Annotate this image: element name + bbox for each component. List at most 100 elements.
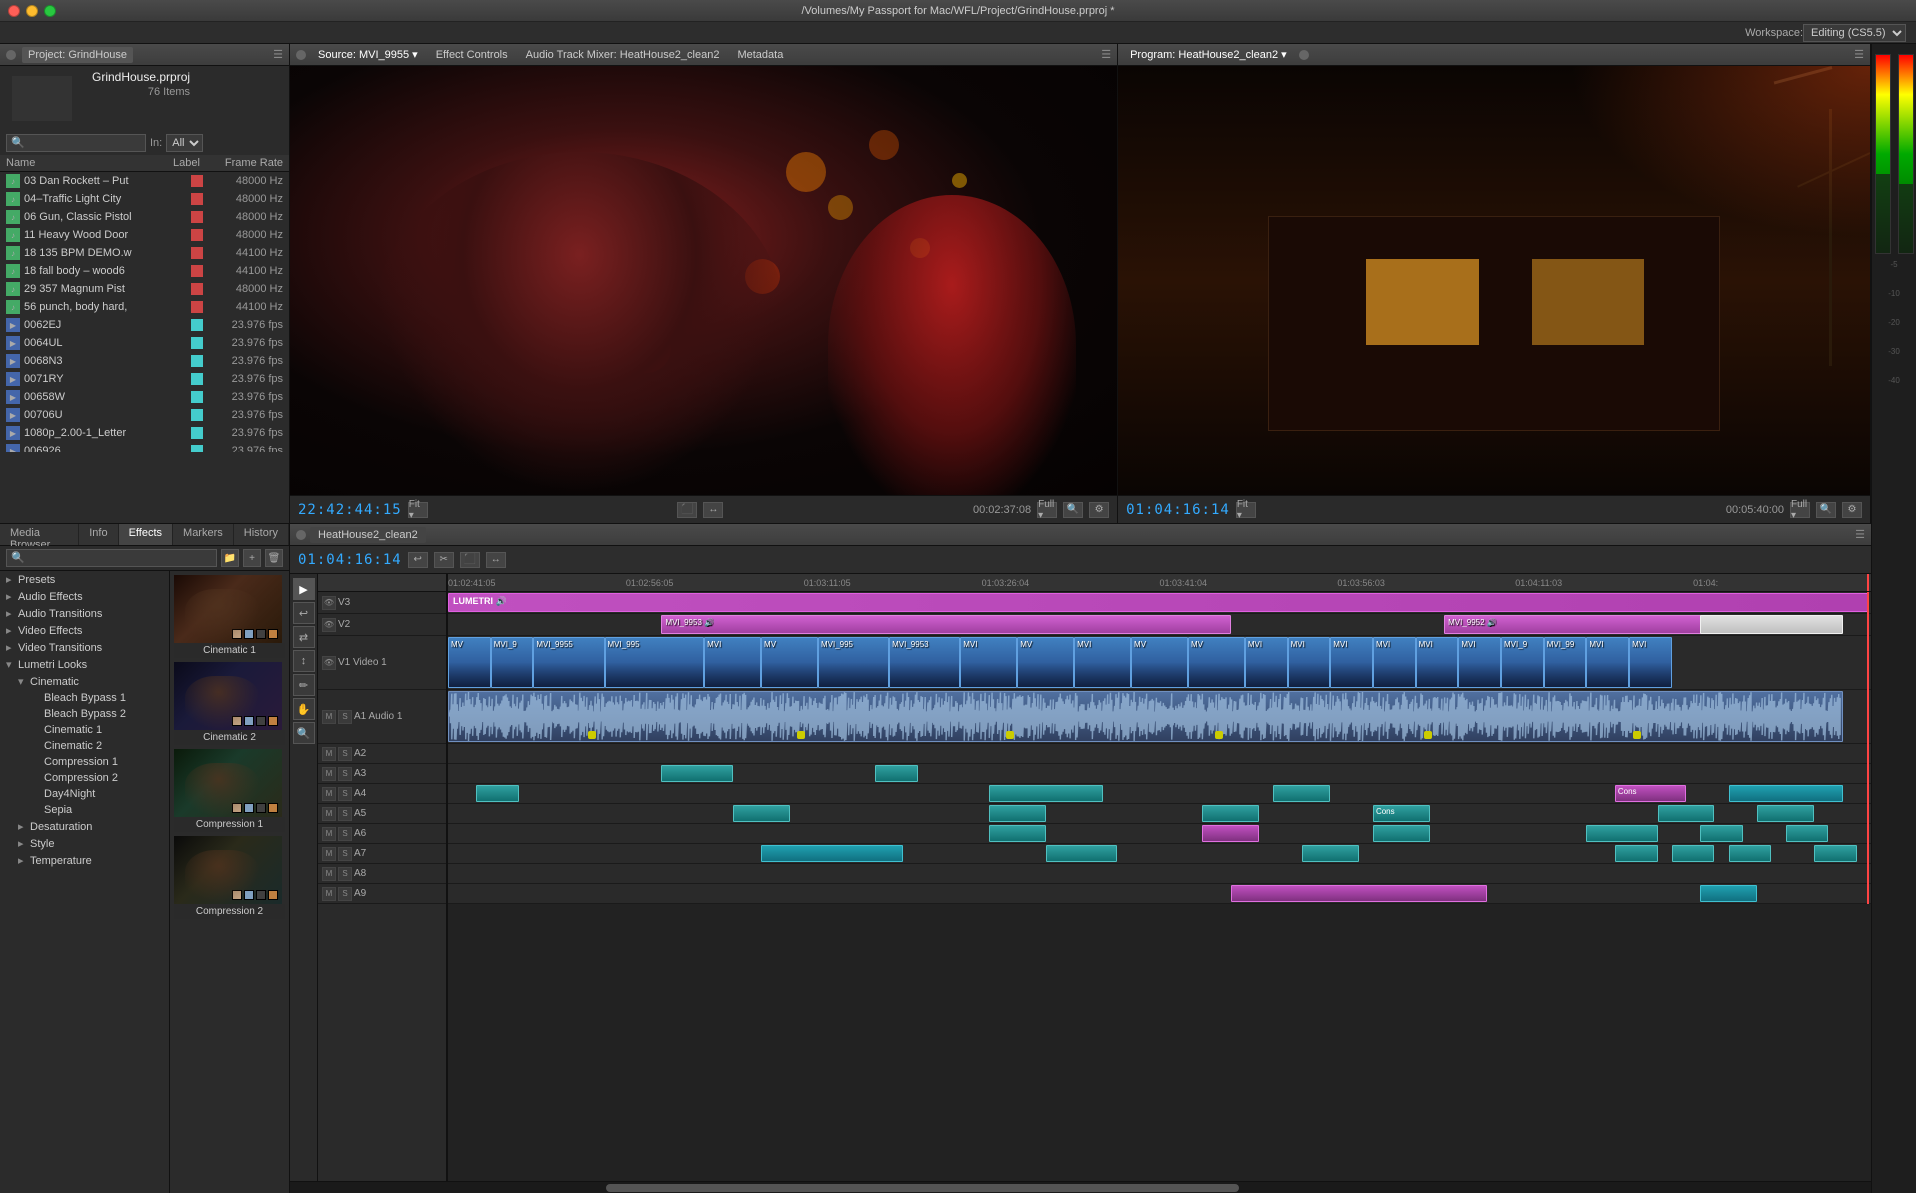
video-clip-v1[interactable]: MVI_9955 (533, 637, 604, 688)
audio-clip-a7[interactable] (1729, 845, 1772, 862)
audio-clip-a6[interactable] (989, 825, 1046, 842)
track-solo-a1[interactable]: S (338, 710, 352, 724)
source-timecode[interactable]: 22:42:44:15 (298, 502, 402, 518)
timeline-scrollbar[interactable] (290, 1181, 1871, 1193)
timeline-close[interactable] (296, 530, 306, 540)
effects-tree-item[interactable]: ▸Video Transitions (0, 639, 169, 656)
file-item[interactable]: ▶1080p_2.00-1_Letter23.976 fps (0, 424, 289, 442)
file-item[interactable]: ♪11 Heavy Wood Door48000 Hz (0, 226, 289, 244)
audio-clip-a5[interactable] (989, 805, 1046, 822)
project-menu-btn[interactable]: ☰ (273, 48, 283, 61)
audio-clip-a4[interactable] (1273, 785, 1330, 802)
tl-tool3[interactable]: ⬛ (460, 552, 480, 568)
track-mute-a7[interactable]: M (322, 847, 336, 861)
file-item[interactable]: ▶0071RY23.976 fps (0, 370, 289, 388)
audio-clip-a6[interactable] (1202, 825, 1259, 842)
track-mute-a4[interactable]: M (322, 787, 336, 801)
effects-search-input[interactable] (6, 549, 217, 567)
effects-tree-item[interactable]: Bleach Bypass 2 (0, 706, 169, 722)
effect-thumbnail-card[interactable]: Cinematic 2 (174, 662, 285, 745)
timeline-scrollbar-thumb[interactable] (606, 1184, 1238, 1192)
video-clip-v1[interactable]: MVI_9 (1501, 637, 1544, 688)
file-item[interactable]: ♪03 Dan Rockett – Put48000 Hz (0, 172, 289, 190)
audio-clip-a4[interactable] (989, 785, 1103, 802)
effects-tree-item[interactable]: Cinematic 1 (0, 722, 169, 738)
effects-tree-item[interactable]: Cinematic 2 (0, 738, 169, 754)
video-clip-v1[interactable]: MV (761, 637, 818, 688)
audio-clip-a9[interactable] (1700, 885, 1757, 902)
tool-track[interactable]: ↕ (293, 650, 315, 672)
tool-select[interactable]: ▶ (293, 578, 315, 600)
tab-markers[interactable]: Markers (173, 524, 234, 545)
file-item[interactable]: ▶00706U23.976 fps (0, 406, 289, 424)
track-solo-a8[interactable]: S (338, 867, 352, 881)
file-item[interactable]: ▶0068N323.976 fps (0, 352, 289, 370)
track-visibility-v2[interactable]: 👁 (322, 618, 336, 632)
track-mute-a3[interactable]: M (322, 767, 336, 781)
video-clip-v1[interactable]: MV (1131, 637, 1188, 688)
sequence-tab[interactable]: HeatHouse2_clean2 (310, 527, 426, 543)
track-mute-a1[interactable]: M (322, 710, 336, 724)
effects-tree-item[interactable]: ▾Cinematic (0, 673, 169, 690)
project-tab[interactable]: Project: GrindHouse (22, 47, 133, 63)
effect-thumbnail-card[interactable]: Cinematic 1 (174, 575, 285, 658)
track-mute-a2[interactable]: M (322, 747, 336, 761)
audio-clip-a7[interactable] (1814, 845, 1857, 862)
video-clip-v1[interactable]: MVI_995 (605, 637, 705, 688)
program-fit-select[interactable]: Fit ▾ (1236, 502, 1256, 518)
track-visibility-v3[interactable]: 👁 (322, 596, 336, 610)
audio-clip-a7[interactable] (1615, 845, 1658, 862)
program-tab[interactable]: Program: HeatHouse2_clean2 ▾ (1124, 46, 1293, 63)
audio-clip-a5[interactable] (1757, 805, 1814, 822)
audio-clip-a5[interactable] (733, 805, 790, 822)
effects-tree-item[interactable]: ▸Audio Transitions (0, 605, 169, 622)
file-item[interactable]: ♪18 fall body – wood644100 Hz (0, 262, 289, 280)
tl-tool1[interactable]: ↩ (408, 552, 428, 568)
file-item[interactable]: ♪18 135 BPM DEMO.w44100 Hz (0, 244, 289, 262)
video-clip-v1[interactable]: MVI (1074, 637, 1131, 688)
maximize-button[interactable] (44, 5, 56, 17)
in-select[interactable]: All (166, 134, 203, 152)
video-clip-v1[interactable]: MVI_995 (818, 637, 889, 688)
source-tab-metadata[interactable]: Metadata (731, 47, 789, 63)
audio-clip-a4[interactable] (1729, 785, 1843, 802)
new-custom-bin-btn[interactable]: + (243, 549, 261, 567)
audio-clip-a7[interactable] (1046, 845, 1117, 862)
effects-tree-item[interactable]: ▾Lumetri Looks (0, 656, 169, 673)
track-visibility-v1[interactable]: 👁 (322, 656, 336, 670)
source-full-select[interactable]: Full ▾ (1037, 502, 1057, 518)
video-clip-v1[interactable]: MV (1017, 637, 1074, 688)
track-solo-a2[interactable]: S (338, 747, 352, 761)
lumetri-clip[interactable]: LUMETRI 🔊 (448, 593, 1869, 612)
file-item[interactable]: ▶0064UL23.976 fps (0, 334, 289, 352)
source-tab-effects[interactable]: Effect Controls (430, 47, 514, 63)
video-clip-v1[interactable]: MVI (1629, 637, 1672, 688)
tl-tool4[interactable]: ↔ (486, 552, 506, 568)
file-item[interactable]: ♪04–Traffic Light City48000 Hz (0, 190, 289, 208)
tab-effects[interactable]: Effects (119, 524, 173, 545)
source-monitor-menu[interactable]: ☰ (1101, 48, 1111, 61)
track-solo-a5[interactable]: S (338, 807, 352, 821)
workspace-select[interactable]: Editing (CS5.5) (1803, 24, 1906, 42)
tl-tool2[interactable]: ✂ (434, 552, 454, 568)
source-insert-btn[interactable]: ⬛ (677, 502, 697, 518)
tool-zoom[interactable]: 🔍 (293, 722, 315, 744)
source-overwrite-btn[interactable]: ↔ (703, 502, 723, 518)
tab-media-browser[interactable]: Media Browser (0, 524, 79, 545)
video-clip-v1[interactable]: MVI (1586, 637, 1629, 688)
effects-tree-item[interactable]: Compression 2 (0, 770, 169, 786)
audio-clip-a6[interactable] (1700, 825, 1743, 842)
file-item[interactable]: ♪06 Gun, Classic Pistol48000 Hz (0, 208, 289, 226)
track-mute-a9[interactable]: M (322, 887, 336, 901)
audio-clip-a6[interactable] (1786, 825, 1829, 842)
audio-clip-a6[interactable] (1586, 825, 1657, 842)
video-clip-v1[interactable]: MVI (704, 637, 761, 688)
audio-clip-a3[interactable] (661, 765, 732, 782)
source-settings-btn[interactable]: 🔍 (1063, 502, 1083, 518)
tool-pen[interactable]: ✏ (293, 674, 315, 696)
video-clip-v1[interactable]: MVI (960, 637, 1017, 688)
audio-clip-a9[interactable] (1231, 885, 1487, 902)
file-item[interactable]: ♪56 punch, body hard,44100 Hz (0, 298, 289, 316)
video-clip-v1[interactable]: MVI (1288, 637, 1331, 688)
effects-tree-item[interactable]: ▸Desaturation (0, 818, 169, 835)
